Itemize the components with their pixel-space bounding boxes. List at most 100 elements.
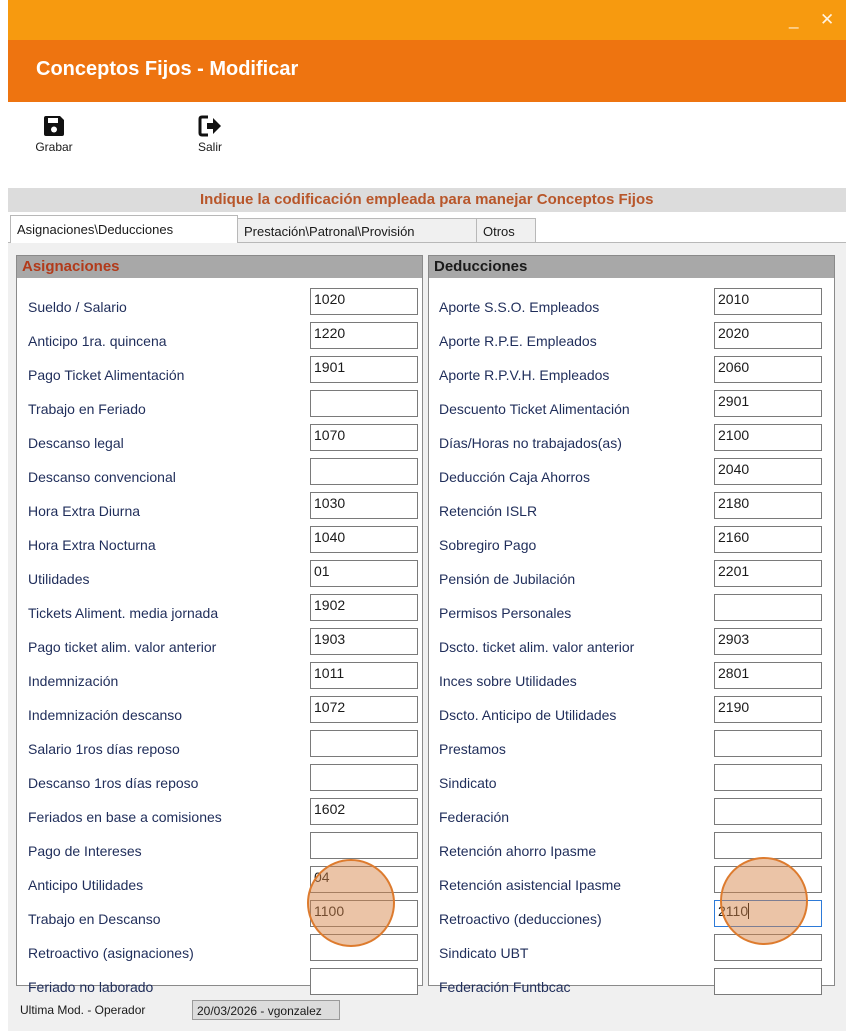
deduccion-code-input[interactable]: 2801 — [714, 662, 822, 689]
asignacion-code-input[interactable] — [310, 832, 418, 859]
close-button[interactable]: ✕ — [820, 10, 834, 30]
asignacion-code-value: 1602 — [314, 801, 346, 817]
asignacion-code-input[interactable]: 1020 — [310, 288, 418, 315]
tab-prestacion-patronal-provision[interactable]: Prestación\Patronal\Provisión — [237, 218, 477, 243]
deduccion-label: Retención asistencial Ipasme — [439, 877, 622, 893]
deduccion-code-input[interactable] — [714, 798, 822, 825]
asignacion-code-input[interactable]: 1602 — [310, 798, 418, 825]
asignacion-label: Utilidades — [28, 571, 90, 587]
asignacion-code-input[interactable] — [310, 764, 418, 791]
asignacion-code-input[interactable]: 1070 — [310, 424, 418, 451]
deduccion-label: Inces sobre Utilidades — [439, 673, 577, 689]
asignacion-label: Anticipo Utilidades — [28, 877, 144, 893]
tab-otros[interactable]: Otros — [476, 218, 536, 243]
deduccion-code-input[interactable]: 2901 — [714, 390, 822, 417]
deduccion-label: Descuento Ticket Alimentación — [439, 401, 630, 417]
asignacion-code-input[interactable]: 1100 — [310, 900, 418, 927]
asignacion-code-value: 1220 — [314, 325, 346, 341]
instruction-banner: Indique la codificación empleada para ma… — [8, 188, 846, 212]
title-bar: _ ✕ Conceptos Fijos - Modificar — [8, 0, 846, 102]
deduccion-code-input[interactable]: 2201 — [714, 560, 822, 587]
status-bar: Ultima Mod. - Operador 20/03/2026 - vgon… — [8, 997, 846, 1031]
asignaciones-group: Asignaciones Sueldo / Salario 1020 Anticip… — [16, 255, 423, 995]
asignacion-label: Feriados en base a comisiones — [28, 809, 222, 825]
deduccion-code-value: 2100 — [718, 427, 750, 443]
deduccion-code-input[interactable] — [714, 832, 822, 859]
asignacion-code-input[interactable]: 1902 — [310, 594, 418, 621]
asignacion-code-input[interactable]: 1220 — [310, 322, 418, 349]
asignacion-code-input[interactable]: 04 — [310, 866, 418, 893]
asignaciones-header: Asignaciones — [17, 256, 422, 278]
deduccion-label: Prestamos — [439, 741, 506, 757]
exit-button[interactable]: Salir — [180, 114, 240, 154]
asignacion-code-input[interactable]: 01 — [310, 560, 418, 587]
deduccion-label: Retroactivo (deducciones) — [439, 911, 602, 927]
deduccion-code-input[interactable]: 2100 — [714, 424, 822, 451]
deduccion-code-input[interactable]: 2040 — [714, 458, 822, 485]
deduccion-code-input[interactable] — [714, 594, 822, 621]
asignacion-label: Trabajo en Feriado — [28, 401, 146, 417]
deduccion-code-value: 2201 — [718, 563, 750, 579]
deduccion-code-input[interactable] — [714, 764, 822, 791]
deduccion-code-input[interactable] — [714, 730, 822, 757]
asignacion-label: Hora Extra Nocturna — [28, 537, 156, 553]
deduccion-label: Días/Horas no trabajados(as) — [439, 435, 622, 451]
asignacion-label: Hora Extra Diurna — [28, 503, 141, 519]
floppy-disk-icon — [44, 116, 64, 136]
asignacion-label: Anticipo 1ra. quincena — [28, 333, 167, 349]
save-label: Grabar — [35, 140, 73, 154]
asignacion-code-input[interactable]: 1072 — [310, 696, 418, 723]
asignacion-code-input[interactable] — [310, 934, 418, 961]
deduccion-code-input[interactable]: 2190 — [714, 696, 822, 723]
asignacion-code-value: 1011 — [314, 665, 345, 681]
deduccion-label: Aporte S.S.O. Empleados — [439, 299, 600, 315]
deduccion-label: Federación — [439, 809, 510, 825]
deduccion-code-input[interactable]: 2110 — [714, 900, 822, 927]
asignacion-code-value: 1040 — [314, 529, 346, 545]
deduccion-code-value: 2060 — [718, 359, 750, 375]
asignacion-label: Pago Ticket Alimentación — [28, 367, 185, 383]
asignacion-code-value: 1072 — [314, 699, 346, 715]
asignacion-label: Tickets Aliment. media jornada — [28, 605, 219, 621]
deduccion-code-input[interactable] — [714, 866, 822, 893]
asignacion-code-input[interactable]: 1901 — [310, 356, 418, 383]
asignacion-code-input[interactable] — [310, 390, 418, 417]
asignacion-code-value: 01 — [314, 563, 330, 579]
deduccion-code-input[interactable]: 2180 — [714, 492, 822, 519]
asignacion-code-value: 1902 — [314, 597, 346, 613]
save-button[interactable]: Grabar — [24, 114, 84, 154]
deduccion-code-input[interactable]: 2010 — [714, 288, 822, 315]
asignacion-code-input[interactable]: 1903 — [310, 628, 418, 655]
asignacion-code-input[interactable] — [310, 968, 418, 995]
minimize-button[interactable]: _ — [789, 10, 798, 30]
deduccion-label: Pensión de Jubilación — [439, 571, 576, 587]
deduccion-label: Permisos Personales — [439, 605, 572, 621]
asignacion-label: Pago ticket alim. valor anterior — [28, 639, 217, 655]
asignacion-code-input[interactable] — [310, 730, 418, 757]
last-modified-label: Ultima Mod. - Operador — [20, 1003, 146, 1017]
deduccion-label: Deducción Caja Ahorros — [439, 469, 590, 485]
deduccion-code-value: 2180 — [718, 495, 750, 511]
deduccion-code-input[interactable]: 2903 — [714, 628, 822, 655]
asignacion-code-value: 1070 — [314, 427, 346, 443]
sign-out-icon — [198, 115, 221, 137]
deduccion-code-value: 2901 — [718, 393, 750, 409]
deduccion-code-input[interactable] — [714, 968, 822, 995]
tab-asignaciones-deducciones[interactable]: Asignaciones\Deducciones — [10, 215, 238, 243]
deduccion-label: Retención ISLR — [439, 503, 538, 519]
asignacion-code-input[interactable]: 1030 — [310, 492, 418, 519]
deduccion-code-input[interactable]: 2160 — [714, 526, 822, 553]
deduccion-label: Aporte R.P.E. Empleados — [439, 333, 597, 349]
asignacion-code-input[interactable]: 1040 — [310, 526, 418, 553]
asignacion-code-input[interactable]: 1011 — [310, 662, 418, 689]
deduccion-code-input[interactable]: 2060 — [714, 356, 822, 383]
asignacion-code-input[interactable] — [310, 458, 418, 485]
asignacion-code-value: 1901 — [314, 359, 346, 375]
deduccion-code-value: 2160 — [718, 529, 750, 545]
asignacion-label: Indemnización — [28, 673, 119, 689]
window-caption-strip: _ ✕ — [8, 0, 846, 40]
deduccion-code-input[interactable]: 2020 — [714, 322, 822, 349]
deduccion-code-input[interactable] — [714, 934, 822, 961]
tab-strip: Asignaciones\Deducciones Prestación\Patr… — [8, 215, 846, 243]
toolbar: Grabar Salir — [8, 102, 846, 188]
